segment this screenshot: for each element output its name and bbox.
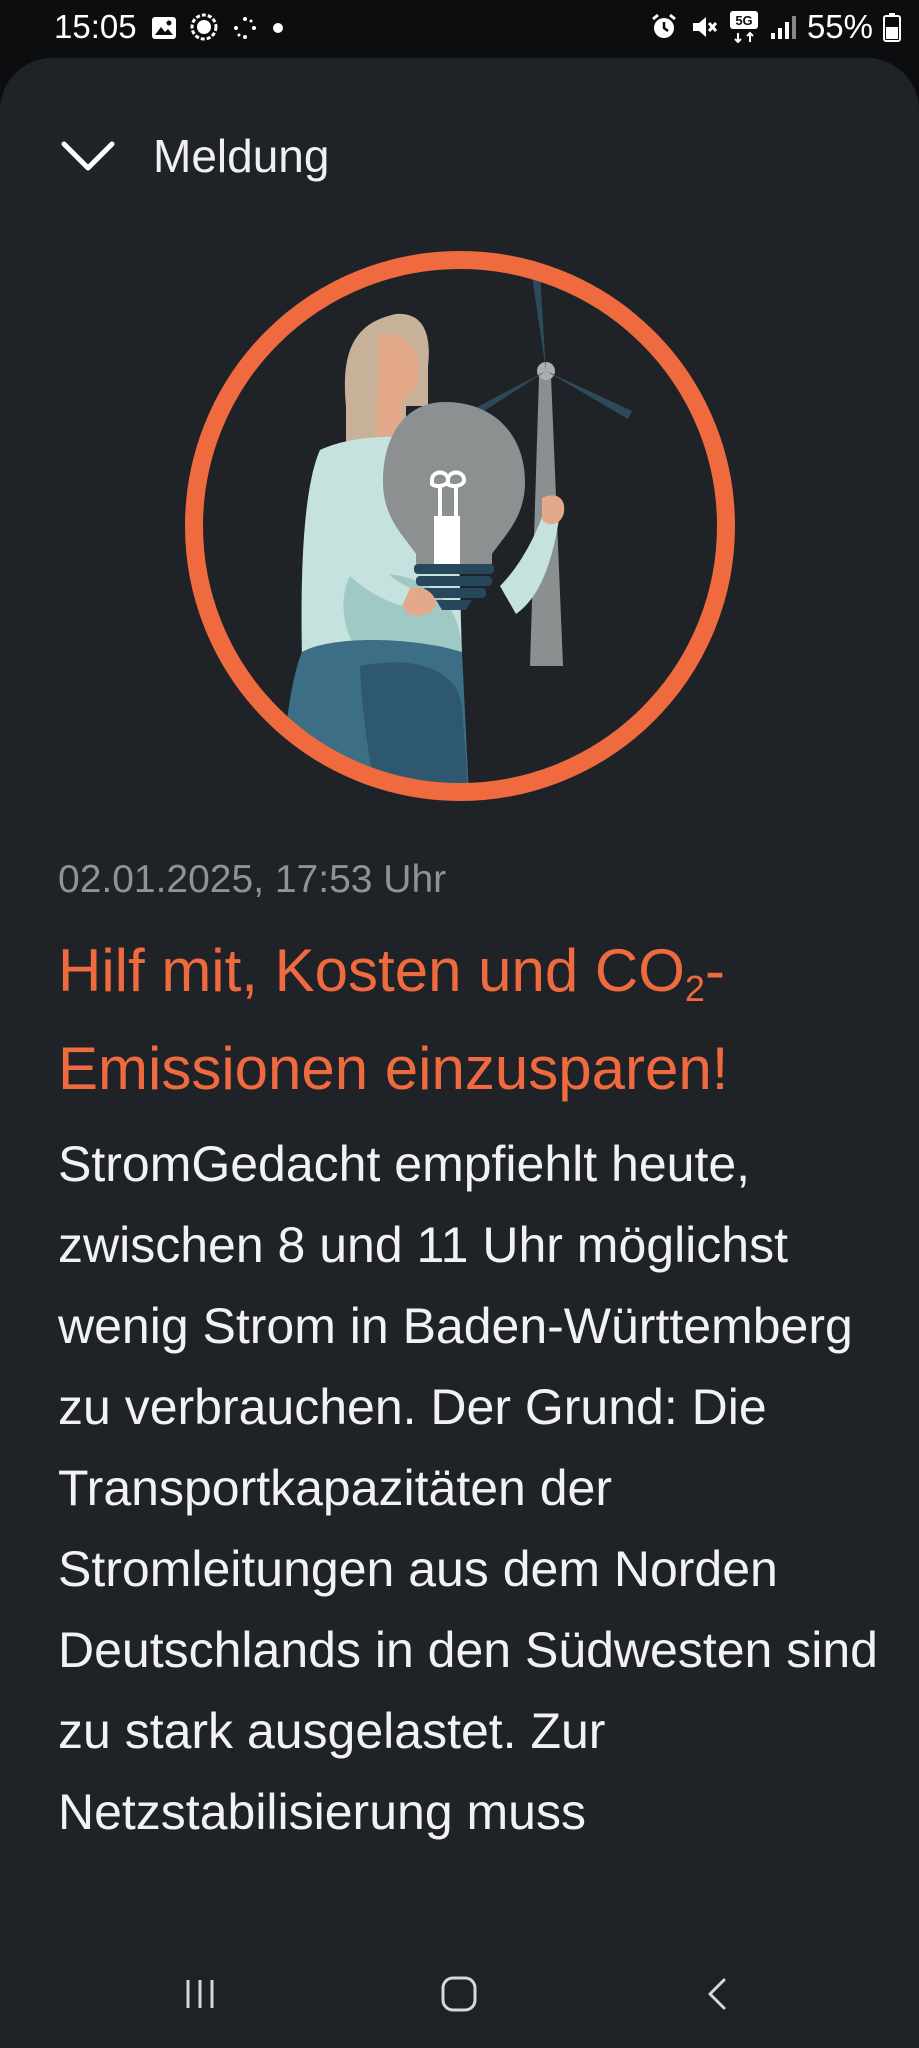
home-button[interactable] bbox=[429, 1964, 489, 2024]
message-body: StromGedacht empfiehlt heute, zwischen 8… bbox=[58, 1136, 878, 1840]
back-icon bbox=[708, 1978, 726, 2010]
recent-apps-icon bbox=[186, 1980, 214, 2008]
energy-saving-illustration bbox=[185, 251, 735, 801]
svg-text:5G: 5G bbox=[735, 13, 752, 28]
message-date: 02.01.2025, 17:53 Uhr bbox=[58, 858, 447, 901]
alarm-icon bbox=[652, 13, 676, 38]
dot-icon bbox=[273, 23, 283, 33]
recent-apps-button[interactable] bbox=[170, 1964, 230, 2024]
navigation-bar bbox=[0, 1936, 919, 2048]
sparkle-icon bbox=[234, 17, 256, 39]
signal-bars-icon bbox=[770, 16, 796, 39]
collapse-button[interactable] bbox=[58, 126, 118, 186]
page-title: Meldung bbox=[153, 130, 330, 182]
message-sheet: Meldung 02.01.2025, 17:53 Uhr Hilf mit, … bbox=[0, 58, 919, 2048]
headline-line2: Emissionen einzusparen! bbox=[58, 1035, 729, 1102]
mute-icon bbox=[692, 17, 718, 37]
battery-icon bbox=[883, 13, 901, 42]
article: 02.01.2025, 17:53 Uhr Hilf mit, Kosten u… bbox=[58, 858, 878, 1853]
battery-percentage: 55% bbox=[806, 8, 873, 45]
status-bar: 15:05 5G 55% bbox=[0, 0, 919, 58]
back-button[interactable] bbox=[688, 1964, 748, 2024]
headline-subscript: 2 bbox=[684, 968, 705, 1009]
status-time: 15:05 bbox=[54, 8, 137, 45]
header: Meldung bbox=[58, 116, 329, 196]
home-icon bbox=[441, 1976, 477, 2012]
headline-part1: Hilf mit, Kosten und CO bbox=[58, 937, 685, 1004]
gallery-icon bbox=[152, 17, 176, 39]
5g-icon: 5G bbox=[729, 11, 758, 44]
headline-part2: - bbox=[704, 937, 725, 1004]
chevron-down-icon bbox=[61, 141, 115, 171]
headline: Hilf mit, Kosten und CO2- Emissionen einz… bbox=[58, 922, 878, 1118]
signal-messenger-icon bbox=[190, 13, 218, 41]
